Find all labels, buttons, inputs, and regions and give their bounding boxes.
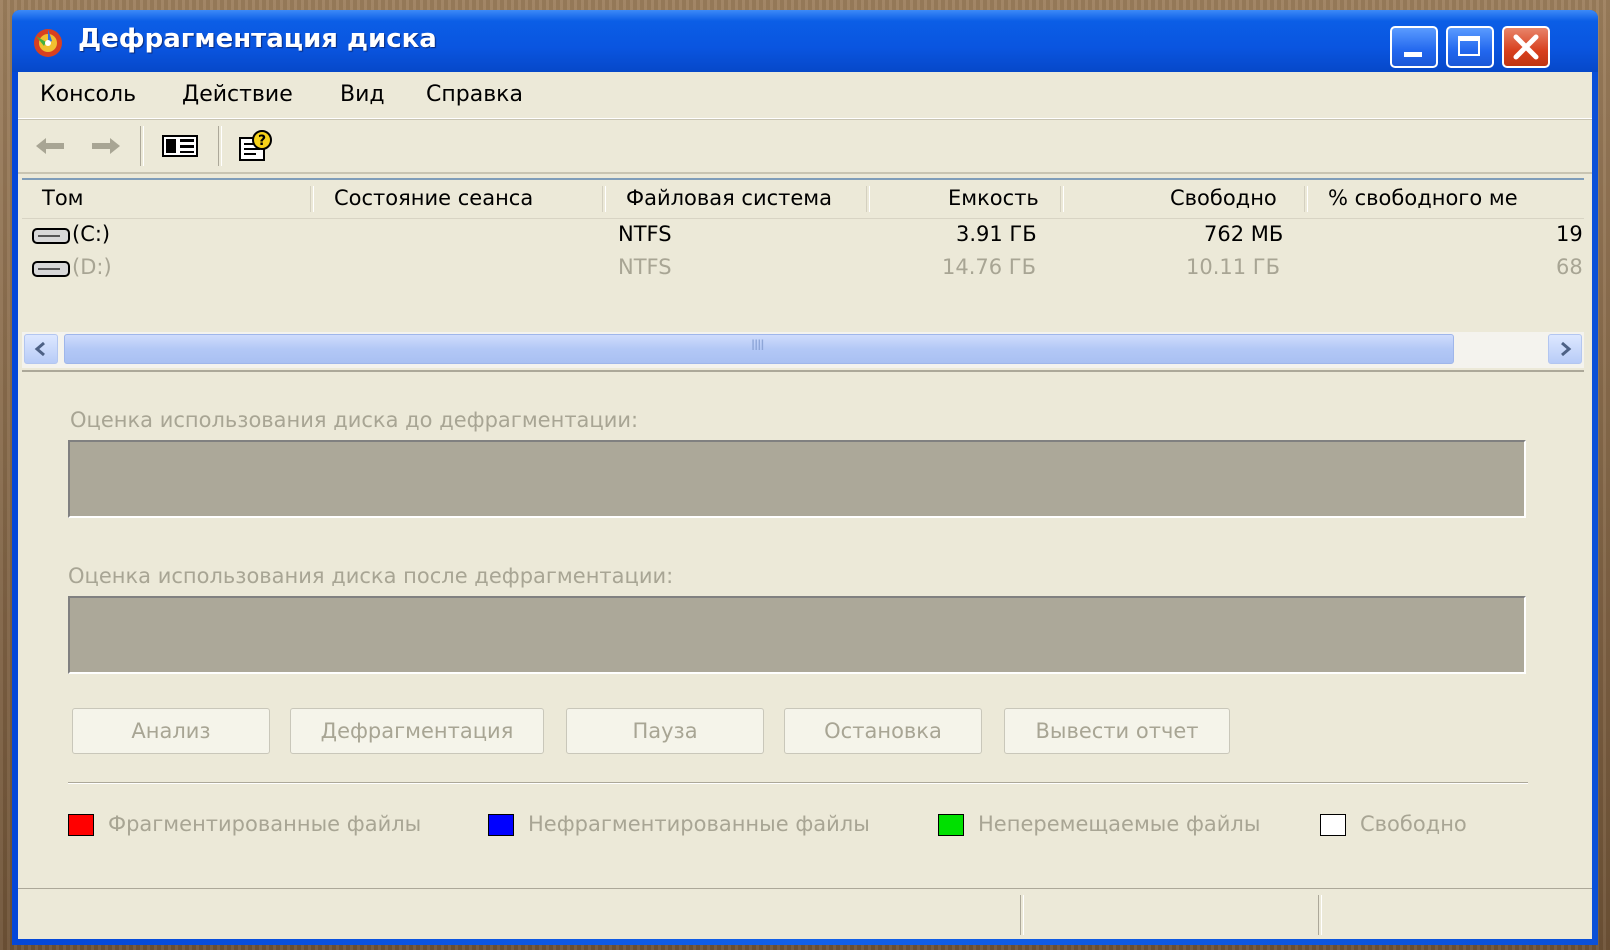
after-defrag-label: Оценка использования диска после дефрагм… <box>68 564 674 588</box>
legend-swatch <box>1320 814 1346 836</box>
status-bar <box>18 888 1592 939</box>
legend-swatch <box>68 814 94 836</box>
volume-free: 10.11 ГБ <box>1186 255 1281 279</box>
volume-file-system: NTFS <box>618 222 672 246</box>
close-icon <box>1513 34 1539 60</box>
divider <box>68 782 1528 784</box>
toolbar-separator <box>218 126 222 166</box>
menu-help[interactable]: Справка <box>426 82 523 107</box>
volume-file-system: NTFS <box>618 255 672 279</box>
volume-name: (C:) <box>72 222 111 246</box>
menu-bar: Консоль Действие Вид Справка <box>18 72 1592 119</box>
volume-free: 762 МБ <box>1204 222 1284 246</box>
defrag-app-icon <box>34 29 62 57</box>
legend-label: Свободно <box>1360 812 1467 836</box>
volume-capacity: 3.91 ГБ <box>956 222 1037 246</box>
before-defrag-label: Оценка использования диска до дефрагмент… <box>70 408 639 432</box>
back-arrow-icon[interactable] <box>32 128 68 164</box>
scroll-right-button[interactable] <box>1548 334 1582 364</box>
status-divider <box>1020 895 1024 935</box>
volume-name: (D:) <box>72 255 112 279</box>
stop-button[interactable]: Остановка <box>784 708 982 754</box>
pause-button[interactable]: Пауза <box>566 708 764 754</box>
scroll-thumb-grip: IIII <box>751 338 764 354</box>
column-header-percent-free[interactable]: % свободного ме <box>1328 186 1582 210</box>
hard-drive-icon <box>32 261 70 277</box>
legend-label: Неперемещаемые файлы <box>978 812 1261 836</box>
legend-label: Нефрагментированные файлы <box>528 812 870 836</box>
window-client-area: Консоль Действие Вид Справка ? Том Состо… <box>18 72 1592 939</box>
close-button[interactable] <box>1502 26 1550 68</box>
column-header-row: Том Состояние сеанса Файловая система Ем… <box>22 180 1584 219</box>
column-divider[interactable] <box>1304 186 1308 212</box>
show-hide-tree-icon[interactable] <box>160 128 200 164</box>
menu-console[interactable]: Консоль <box>40 82 136 107</box>
column-header-capacity[interactable]: Емкость <box>948 186 1039 210</box>
volume-row-d[interactable]: (D:) NTFS 14.76 ГБ 10.11 ГБ 68 <box>22 252 1584 285</box>
column-divider[interactable] <box>310 186 314 212</box>
after-defrag-display <box>68 596 1526 674</box>
minimize-icon <box>1404 52 1422 57</box>
view-report-button[interactable]: Вывести отчет <box>1004 708 1230 754</box>
column-divider[interactable] <box>1060 186 1064 212</box>
maximize-button[interactable] <box>1446 26 1494 68</box>
splitter[interactable] <box>22 370 1584 376</box>
status-divider <box>1318 895 1322 935</box>
title-bar[interactable]: Дефрагментация диска <box>12 10 1598 72</box>
chevron-left-icon <box>34 341 45 357</box>
horizontal-scrollbar[interactable]: IIII <box>22 332 1584 368</box>
volume-capacity: 14.76 ГБ <box>942 255 1037 279</box>
column-header-volume[interactable]: Том <box>42 186 84 210</box>
volume-percent-free: 19 <box>1556 222 1582 246</box>
menu-view[interactable]: Вид <box>340 82 385 107</box>
maximize-icon <box>1458 36 1480 56</box>
window-title: Дефрагментация диска <box>78 24 437 54</box>
volume-row-c[interactable]: (C:) NTFS 3.91 ГБ 762 МБ 19 <box>22 219 1584 252</box>
hard-drive-icon <box>32 228 70 244</box>
toolbar-separator <box>140 126 144 166</box>
volume-percent-free: 68 <box>1556 255 1582 279</box>
legend-swatch <box>938 814 964 836</box>
column-header-free[interactable]: Свободно <box>1170 186 1277 210</box>
scroll-left-button[interactable] <box>24 334 58 364</box>
column-header-session-status[interactable]: Состояние сеанса <box>334 186 533 210</box>
scroll-thumb[interactable]: IIII <box>64 334 1454 364</box>
before-defrag-display <box>68 440 1526 518</box>
menu-action[interactable]: Действие <box>182 82 293 107</box>
toolbar: ? <box>18 119 1592 174</box>
defrag-window: Дефрагментация диска Консоль Действие Ви… <box>12 10 1598 945</box>
legend-swatch <box>488 814 514 836</box>
analyze-button[interactable]: Анализ <box>72 708 270 754</box>
forward-arrow-icon[interactable] <box>88 128 124 164</box>
defragment-button[interactable]: Дефрагментация <box>290 708 544 754</box>
svg-text:?: ? <box>258 133 266 149</box>
column-divider[interactable] <box>602 186 606 212</box>
chevron-right-icon <box>1561 341 1572 357</box>
minimize-button[interactable] <box>1390 26 1438 68</box>
column-header-file-system[interactable]: Файловая система <box>626 186 832 210</box>
legend-label: Фрагментированные файлы <box>108 812 422 836</box>
column-divider[interactable] <box>866 186 870 212</box>
help-icon[interactable]: ? <box>236 128 276 164</box>
